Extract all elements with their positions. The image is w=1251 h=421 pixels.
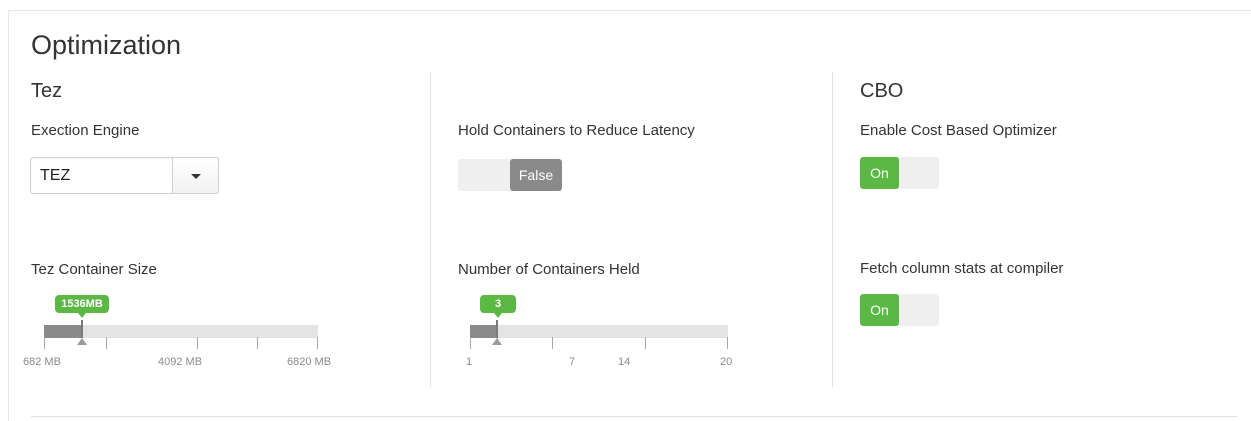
slider-tick-label: 14 bbox=[618, 356, 631, 368]
column-divider-2 bbox=[832, 72, 833, 387]
enable-cbo-label: Enable Cost Based Optimizer bbox=[860, 122, 1057, 139]
containers-held-label: Number of Containers Held bbox=[458, 261, 640, 278]
bubble-pointer bbox=[494, 313, 502, 318]
slider-tick-label: 6820 MB bbox=[287, 356, 332, 368]
slider-track[interactable] bbox=[44, 325, 318, 338]
column-divider-1 bbox=[430, 72, 431, 387]
slider-track[interactable] bbox=[470, 325, 728, 338]
bottom-divider bbox=[31, 416, 1237, 417]
tez-container-size-value-bubble: 1536MB bbox=[55, 295, 109, 313]
slider-fill bbox=[470, 325, 497, 338]
slider-fill bbox=[44, 325, 82, 338]
toggle-knob-on: On bbox=[860, 294, 899, 326]
slider-tick bbox=[257, 337, 258, 349]
hold-containers-toggle[interactable]: False bbox=[458, 159, 562, 191]
slider-tick bbox=[727, 337, 728, 349]
hold-containers-label: Hold Containers to Reduce Latency bbox=[458, 122, 695, 139]
slider-tick bbox=[44, 337, 45, 349]
execution-engine-dropdown-button[interactable] bbox=[172, 157, 219, 194]
slider-tick-label: 7 bbox=[569, 356, 576, 368]
slider-tick bbox=[470, 337, 471, 349]
containers-held-value-bubble: 3 bbox=[480, 295, 516, 313]
slider-tick-label: 1 bbox=[466, 356, 473, 368]
execution-engine-value: TEZ bbox=[40, 167, 71, 184]
slider-tick-label: 682 MB bbox=[23, 356, 61, 368]
cbo-section-title: CBO bbox=[860, 80, 904, 102]
toggle-knob-false: False bbox=[510, 159, 562, 191]
fetch-column-stats-toggle[interactable]: On bbox=[860, 294, 939, 326]
slider-tick bbox=[106, 337, 107, 349]
slider-handle-marker[interactable] bbox=[77, 338, 87, 345]
fetch-column-stats-label: Fetch column stats at compiler bbox=[860, 260, 1064, 277]
toggle-knob-on: On bbox=[860, 157, 899, 189]
page-title: Optimization bbox=[31, 30, 182, 60]
execution-engine-select[interactable]: TEZ bbox=[30, 157, 219, 194]
tez-container-size-label: Tez Container Size bbox=[31, 261, 157, 278]
slider-tick bbox=[197, 337, 198, 349]
bubble-pointer bbox=[78, 313, 86, 318]
slider-handle[interactable] bbox=[81, 320, 83, 338]
caret-down-icon bbox=[191, 174, 201, 179]
tez-section-title: Tez bbox=[31, 80, 63, 102]
slider-handle-marker[interactable] bbox=[492, 338, 502, 345]
execution-engine-label: Exection Engine bbox=[31, 122, 140, 139]
enable-cbo-toggle[interactable]: On bbox=[860, 157, 939, 189]
slider-tick bbox=[552, 337, 553, 349]
slider-handle[interactable] bbox=[496, 320, 498, 338]
slider-tick-label: 20 bbox=[720, 356, 733, 368]
slider-tick bbox=[645, 337, 646, 349]
slider-tick-label: 4092 MB bbox=[158, 356, 203, 368]
slider-tick bbox=[317, 337, 318, 349]
